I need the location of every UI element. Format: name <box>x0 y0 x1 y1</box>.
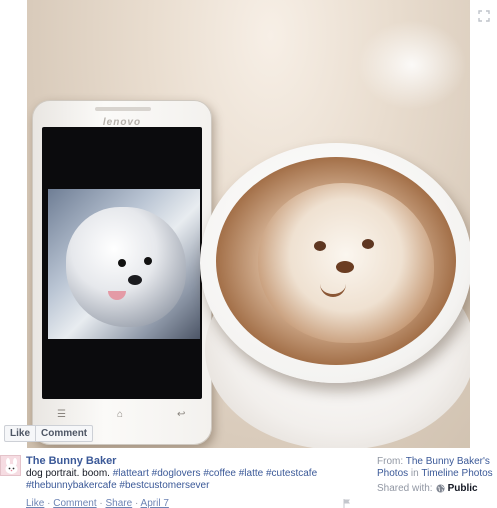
photo-source: From: The Bunny Baker's Photos in Timeli… <box>377 456 493 480</box>
dog-photo-on-screen <box>48 189 200 339</box>
comment-button[interactable]: Comment <box>36 426 92 441</box>
photos-link[interactable]: Photos <box>377 468 408 479</box>
shared-with-label: Shared with: <box>377 483 433 494</box>
latte-dog-nose <box>336 261 354 273</box>
globe-icon <box>436 484 445 493</box>
avatar[interactable] <box>0 455 21 476</box>
like-button[interactable]: Like <box>5 426 35 441</box>
caption-text: dog portrait. boom. <box>26 468 110 479</box>
dog-face <box>66 207 186 327</box>
flag-icon[interactable] <box>343 499 351 508</box>
post-photo[interactable]: lenovo ☰ ⌂ ↩ <box>27 0 470 448</box>
menu-key-icon: ☰ <box>57 409 66 420</box>
latte-crema <box>216 157 456 365</box>
phone-screen <box>42 127 202 399</box>
latte-dog-eye <box>314 241 326 251</box>
expand-icon[interactable] <box>478 10 490 22</box>
home-key-icon: ⌂ <box>117 409 124 420</box>
latte-dog-mouth <box>320 283 346 297</box>
post-actions: Like · Comment · Share · April 7 <box>26 498 169 508</box>
hashtag-link[interactable]: #bestcustomersever <box>119 480 209 491</box>
phone-in-photo: lenovo ☰ ⌂ ↩ <box>32 100 212 445</box>
bunny-avatar-icon <box>1 456 20 475</box>
photo-action-bar: Like Comment <box>4 425 94 442</box>
phone-keys: ☰ ⌂ ↩ <box>33 409 211 425</box>
in-label: in <box>410 468 419 479</box>
photo-details: The Bunny Baker dog portrait. boom. #lat… <box>0 448 497 508</box>
light-glare <box>357 20 467 110</box>
from-page-link[interactable]: The Bunny Baker's <box>406 456 490 467</box>
hashtag-link[interactable]: #latteart <box>113 468 149 479</box>
hashtag-link[interactable]: #latte <box>239 468 263 479</box>
dog-tongue <box>108 291 126 300</box>
album-link[interactable]: Timeline Photos <box>421 468 492 479</box>
dog-eye <box>118 259 126 267</box>
hashtag-link[interactable]: #thebunnybakercafe <box>26 480 117 491</box>
hashtag-link[interactable]: #cutestcafe <box>266 468 317 479</box>
phone-speaker <box>95 107 151 111</box>
latte-art-dog <box>258 183 434 343</box>
privacy-value[interactable]: Public <box>448 483 478 494</box>
dog-eye <box>144 257 152 265</box>
post-date[interactable]: April 7 <box>141 498 169 508</box>
coffee-cup <box>200 143 470 383</box>
share-link[interactable]: Share <box>106 498 133 508</box>
back-key-icon: ↩ <box>177 409 186 420</box>
like-link[interactable]: Like <box>26 498 44 508</box>
from-label: From: <box>377 456 404 467</box>
hashtag-link[interactable]: #doglovers <box>152 468 201 479</box>
latte-dog-eye <box>362 239 374 249</box>
photo-viewer: lenovo ☰ ⌂ ↩ Like Comment <box>0 0 497 448</box>
hashtag-link[interactable]: #coffee <box>203 468 236 479</box>
post-caption: dog portrait. boom. #latteart #doglovers… <box>26 468 346 492</box>
privacy-info: Shared with: Public <box>377 483 478 494</box>
page-name-link[interactable]: The Bunny Baker <box>26 455 116 467</box>
dog-nose <box>128 275 142 285</box>
comment-link[interactable]: Comment <box>53 498 96 508</box>
